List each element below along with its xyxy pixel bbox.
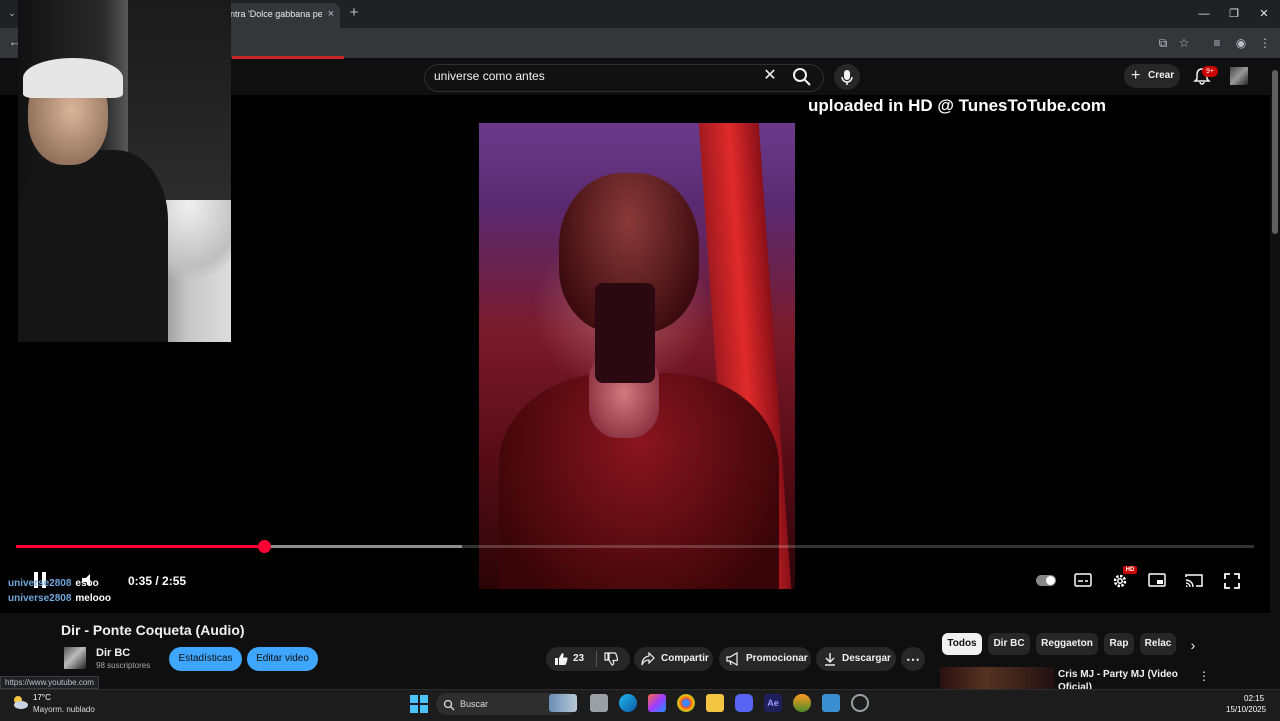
microphone-icon[interactable] xyxy=(834,64,860,90)
taskbar-clock-time: 02:15 xyxy=(1244,694,1265,703)
hd-badge: HD xyxy=(1123,566,1137,574)
scrollbar-thumb[interactable] xyxy=(1272,70,1278,234)
discord-icon[interactable] xyxy=(735,694,753,712)
status-bar-url: https://www.youtube.com xyxy=(0,676,99,689)
search-icon[interactable] xyxy=(790,65,814,89)
notifications-badge: 9+ xyxy=(1202,66,1218,77)
miniplayer-icon[interactable] xyxy=(1148,572,1168,590)
video-watermark-text: uploaded in HD @ TunesToTube.com xyxy=(808,96,1107,115)
chip-dir-bc[interactable]: Dir BC xyxy=(988,633,1030,655)
chrome-browser-icon[interactable] xyxy=(677,694,695,712)
chat-username: universe2808 xyxy=(8,578,72,589)
subscriber-count: 98 suscriptores xyxy=(96,661,151,670)
settings-gear-icon[interactable] xyxy=(1111,572,1131,590)
edge-browser-icon[interactable] xyxy=(619,694,637,712)
profile-avatar-icon[interactable]: ◉ xyxy=(1232,34,1250,52)
like-dislike-group: 23 xyxy=(546,647,630,671)
fullscreen-icon[interactable] xyxy=(1223,572,1243,590)
after-effects-icon[interactable]: Ae xyxy=(764,694,782,712)
chevron-right-icon[interactable]: › xyxy=(1184,636,1202,654)
like-divider xyxy=(596,651,597,667)
taskbar-search-icon xyxy=(443,698,455,711)
channel-name[interactable]: Dir BC xyxy=(96,647,130,659)
fl-studio-icon[interactable] xyxy=(793,694,811,712)
chat-message: universe2808 melooo xyxy=(8,593,111,604)
tab-search-chevron-icon[interactable]: ⌄ xyxy=(5,6,19,20)
task-view-icon[interactable] xyxy=(590,694,608,712)
tab-title: ntra 'Dolce gabbana peru xyxy=(230,9,322,19)
weather-description: Mayorm. nublado xyxy=(33,705,95,714)
minimize-button[interactable]: — xyxy=(1196,6,1212,22)
bookmark-star-icon[interactable]: ☆ xyxy=(1175,34,1193,52)
file-explorer-icon[interactable] xyxy=(706,694,724,712)
progress-scrubber-handle[interactable] xyxy=(257,540,271,553)
chat-username: universe2808 xyxy=(8,593,72,604)
taskbar-clock-date: 15/10/2025 xyxy=(1226,705,1267,714)
video-title: Dir - Ponte Coqueta (Audio) xyxy=(61,622,245,638)
browser-menu-icon[interactable]: ⋮ xyxy=(1256,34,1274,52)
plus-icon: + xyxy=(1131,67,1141,84)
new-tab-button[interactable]: + xyxy=(346,5,362,21)
browser-tab[interactable]: ntra 'Dolce gabbana peru × xyxy=(218,3,340,28)
taskbar-search-placeholder: Buscar xyxy=(460,699,489,709)
webcam-person-cap xyxy=(23,58,123,98)
weather-temperature: 17°C xyxy=(33,693,51,702)
time-display: 0:35 / 2:55 xyxy=(128,574,187,588)
autoplay-play-icon xyxy=(1046,576,1055,585)
chip-reggaeton[interactable]: Reggaeton xyxy=(1036,633,1098,655)
chip-todos[interactable]: Todos xyxy=(942,633,982,655)
share-label: Compartir xyxy=(661,653,709,664)
progress-played xyxy=(16,545,264,548)
chat-message: universe2808 esoo xyxy=(8,578,99,589)
tab-close-icon[interactable]: × xyxy=(328,3,334,25)
windows-taskbar xyxy=(0,689,1280,721)
windows-start-icon[interactable] xyxy=(410,695,428,713)
subtitles-icon[interactable] xyxy=(1074,572,1094,590)
edit-video-button[interactable]: Editar video xyxy=(247,647,318,671)
promote-label: Promocionar xyxy=(746,653,808,664)
chip-related[interactable]: Relac xyxy=(1140,633,1176,655)
copilot-icon[interactable] xyxy=(648,694,666,712)
download-label: Descargar xyxy=(842,653,891,664)
download-button[interactable]: Descargar xyxy=(816,647,896,671)
search-query-text[interactable]: universe como antes xyxy=(434,69,545,83)
clear-search-icon[interactable]: ✕ xyxy=(762,66,778,86)
recommendation-menu-icon[interactable]: ⋮ xyxy=(1198,668,1210,684)
like-count: 23 xyxy=(573,653,585,664)
channel-avatar[interactable] xyxy=(64,647,86,669)
more-actions-icon[interactable]: ⋯ xyxy=(901,647,925,671)
video-frame[interactable] xyxy=(479,123,795,589)
create-label: Crear xyxy=(1148,70,1175,81)
obs-studio-icon[interactable] xyxy=(851,694,869,712)
chip-rap[interactable]: Rap xyxy=(1104,633,1134,655)
video-frame-phone xyxy=(595,283,655,383)
create-button[interactable]: + Crear xyxy=(1124,64,1180,88)
weather-cloud-icon[interactable] xyxy=(10,692,30,712)
share-button[interactable]: Compartir xyxy=(634,647,713,671)
install-app-icon[interactable]: ⧉ xyxy=(1154,34,1172,52)
recommendation-thumbnail[interactable] xyxy=(940,667,1054,689)
search-highlight-icon[interactable] xyxy=(549,694,577,712)
chat-text: esoo xyxy=(75,578,99,589)
promote-button[interactable]: Promocionar xyxy=(719,647,811,671)
close-window-button[interactable]: ✕ xyxy=(1256,6,1272,22)
account-avatar[interactable] xyxy=(1230,67,1248,85)
webcam-person-body xyxy=(18,150,168,342)
webcam-overlay xyxy=(18,0,231,342)
media-control-icon[interactable]: ≡ xyxy=(1208,34,1226,52)
maximize-button[interactable]: ❐ xyxy=(1226,6,1242,22)
notepad-icon[interactable] xyxy=(822,694,840,712)
stats-button[interactable]: Estadísticas xyxy=(169,647,242,671)
chat-text: melooo xyxy=(75,593,111,604)
cast-icon[interactable] xyxy=(1185,572,1205,590)
